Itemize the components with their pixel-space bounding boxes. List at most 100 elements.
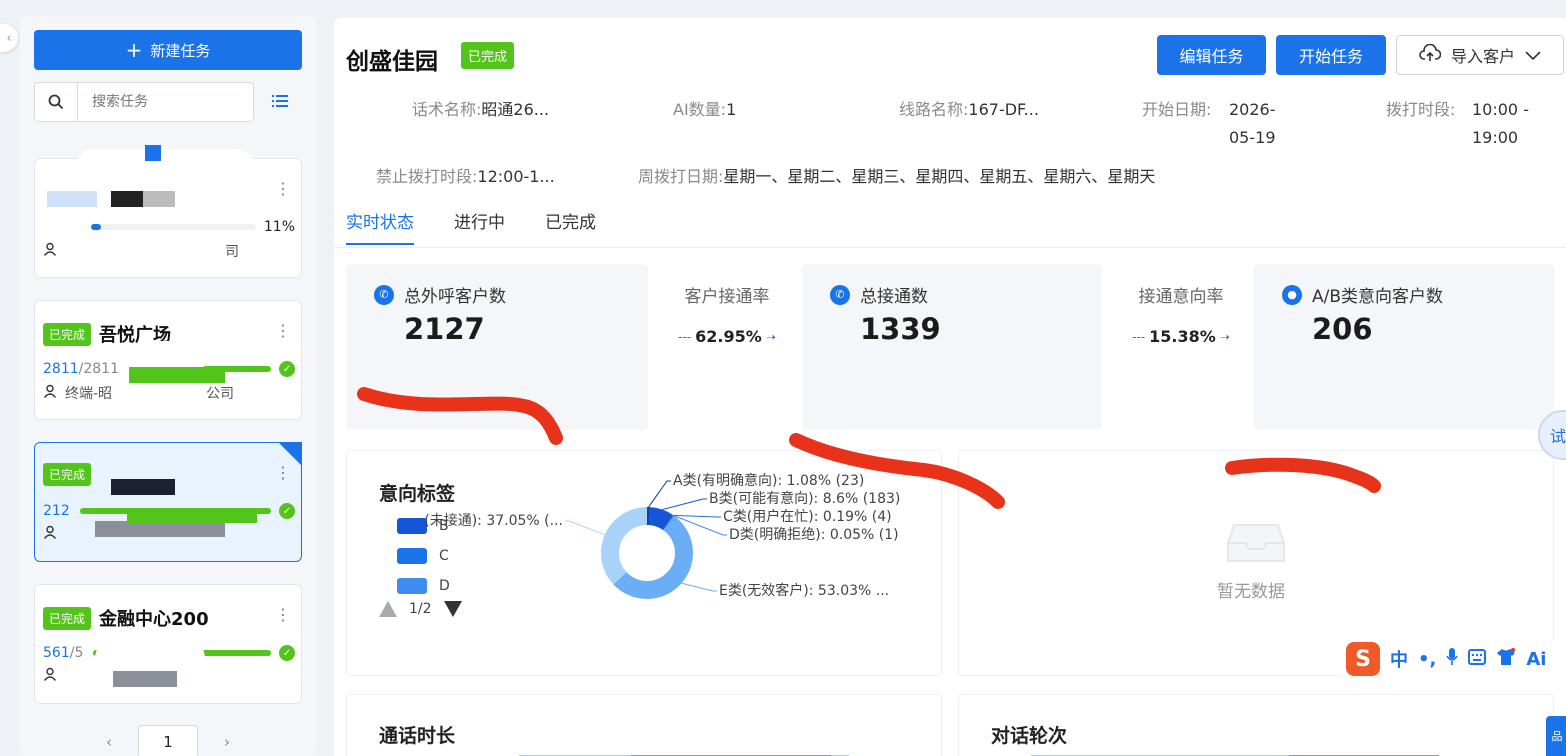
info-value: 昭通26... [481, 100, 550, 119]
status-badge: 已完成 [43, 322, 92, 346]
empty-text: 暂无数据 [1217, 582, 1285, 602]
tab-realtime[interactable]: 实时状态 [346, 208, 414, 245]
more-options-icon[interactable]: ⋮ [275, 607, 291, 623]
slice-label: (未接通): 37.05% (... [424, 512, 563, 529]
stat-connected: ✆ 总接通数 1339 [802, 264, 1102, 430]
microphone-icon[interactable] [1446, 647, 1459, 671]
task-card-selected[interactable]: ⋮ 已完成 212 ✓ [34, 442, 302, 562]
dialog-rounds-panel: 对话轮次 [958, 694, 1554, 756]
start-task-button[interactable]: 开始任务 [1276, 35, 1386, 75]
tab-completed[interactable]: 已完成 [545, 208, 596, 233]
arrow-right-icon: ➝ [1219, 329, 1230, 344]
rate-value: --- 62.95% ➝ [662, 327, 792, 346]
keyboard-icon[interactable] [1468, 648, 1487, 670]
rate-value: --- 15.38% ➝ [1116, 327, 1246, 346]
stat-total-calls: ✆ 总外呼客户数 2127 [346, 264, 648, 430]
next-page-icon[interactable]: › [224, 733, 230, 751]
more-options-icon[interactable]: ⋮ [275, 181, 291, 197]
label-leader-line [662, 498, 707, 511]
task-owner [43, 667, 57, 685]
slice-label: A类(有明确意向): 1.08% (23) [673, 472, 864, 489]
cloud-upload-icon [1419, 43, 1442, 66]
tabs-divider [334, 247, 1566, 248]
user-icon [43, 242, 57, 260]
info-forbid-time: 禁止拨打时段:12:00-1... [376, 163, 555, 191]
import-customers-button[interactable]: 导入客户 [1396, 35, 1564, 75]
status-badge: 已完成 [43, 463, 92, 486]
info-label: 禁止拨打时段: [376, 167, 478, 186]
more-options-icon[interactable]: ⋮ [275, 323, 291, 339]
redacted-region [47, 191, 97, 207]
search-input[interactable] [78, 82, 254, 122]
info-value: 星期一、星期二、星期三、星期四、星期五、星期六、星期天 [723, 167, 1156, 186]
info-ai-count: AI数量:1 [673, 96, 736, 124]
ime-toolbar: S 中 •, Ai [1342, 640, 1566, 678]
info-week-days: 周拨打日期:星期一、星期二、星期三、星期四、星期五、星期六、星期天 [638, 163, 1155, 191]
info-line: 线路名称:167-DF... [899, 96, 1039, 124]
stat-label-text: 总外呼客户数 [404, 287, 506, 307]
progress-done: 212 [43, 503, 70, 519]
task-card-header: 已完成 [43, 463, 99, 486]
user-icon [43, 525, 57, 543]
label-leader-line [565, 520, 605, 536]
info-label: 周拨打日期: [638, 167, 724, 186]
info-script: 话术名称:昭通26... [412, 96, 549, 124]
info-label: 拨打时段: [1386, 100, 1456, 119]
redacted-region [127, 509, 257, 523]
tab-in-progress[interactable]: 进行中 [454, 208, 505, 233]
info-value: 1 [726, 100, 737, 119]
call-duration-panel: 通话时长 [346, 694, 942, 756]
progress-bar [91, 224, 256, 230]
status-badge: 已完成 [43, 606, 92, 630]
task-owner: 司 [43, 241, 239, 261]
check-icon: ✓ [279, 503, 295, 519]
prev-page-icon[interactable]: ‹ [106, 733, 112, 751]
task-card[interactable]: ⋮ 已完成 金融中心200 561 /5 ✓ [34, 584, 302, 704]
redacted-region [113, 671, 177, 687]
empty-inbox-icon [1226, 524, 1286, 569]
search-icon[interactable] [34, 82, 78, 122]
new-task-button[interactable]: + 新建任务 [34, 30, 302, 70]
stat-label-text: 总接通数 [860, 287, 928, 307]
owner-name: 司 [225, 244, 239, 260]
task-card[interactable]: ⋮ 11% 司 [34, 145, 302, 278]
collapse-sidebar-button[interactable]: ‹ [0, 24, 18, 52]
arrow-left-icon: --- [1132, 329, 1146, 344]
progress-bar-fill [91, 224, 101, 230]
info-dial-time-value: 10:00 - 19:00 [1472, 96, 1529, 152]
stat-value: 206 [1312, 312, 1373, 346]
empty-state: 暂无数据 [1217, 521, 1291, 602]
info-label: 话术名称: [412, 100, 482, 119]
stat-value: 2127 [404, 312, 485, 346]
slice-label: C类(用户在忙): 0.19% (4) [723, 508, 892, 525]
task-owner [43, 525, 65, 543]
redacted-region [143, 191, 175, 207]
slice-label: E类(无效客户): 53.03% ... [719, 582, 889, 599]
slice-label: B类(可能有意向): 8.6% (183) [709, 490, 900, 507]
info-label: 线路名称: [899, 100, 969, 119]
intent-donut-chart: A类(有明确意向): 1.08% (23)B类(可能有意向): 8.6% (18… [424, 472, 900, 599]
more-options-icon[interactable]: ⋮ [275, 465, 291, 481]
new-task-label: 新建任务 [150, 41, 211, 60]
plus-icon: + [125, 38, 143, 62]
ime-punct[interactable]: •, [1418, 649, 1436, 670]
task-card[interactable]: ⋮ 已完成 吾悦广场 2811 /2811 ✓ 终端-昭 公司 [34, 300, 302, 420]
stat-label: ✆ 总接通数 [830, 282, 928, 307]
status-badge: 已完成 [461, 42, 515, 69]
task-search [34, 82, 302, 122]
floating-action-button[interactable]: 品 [1546, 716, 1566, 756]
page-title: 创盛佳园 [346, 49, 438, 75]
info-value: 19:00 [1472, 128, 1519, 147]
progress-total: /5 [69, 645, 84, 661]
info-label: AI数量: [673, 100, 727, 119]
page-number[interactable]: 1 [138, 725, 198, 756]
stat-label: ● A/B类意向客户数 [1282, 282, 1443, 307]
info-value: 05-19 [1229, 128, 1276, 147]
ime-chinese-mode[interactable]: 中 [1390, 646, 1408, 672]
info-value: 167-DF... [968, 100, 1039, 119]
shirt-skin-icon[interactable] [1496, 647, 1516, 671]
ime-ai[interactable]: Ai [1526, 649, 1546, 670]
edit-task-button[interactable]: 编辑任务 [1157, 35, 1266, 75]
info-value: 2026- [1229, 100, 1276, 119]
list-view-icon[interactable] [272, 93, 288, 112]
